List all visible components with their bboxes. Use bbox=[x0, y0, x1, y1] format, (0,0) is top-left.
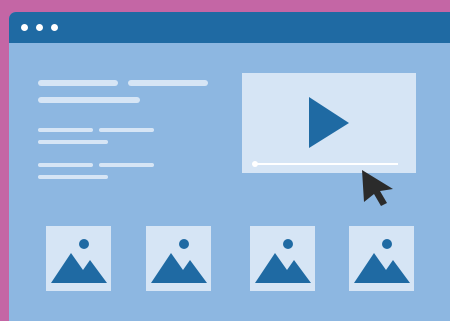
image-icon bbox=[354, 239, 410, 283]
image-thumbnail[interactable] bbox=[146, 226, 211, 291]
window-control-dot[interactable] bbox=[51, 24, 58, 31]
video-progress-handle[interactable] bbox=[252, 161, 258, 167]
image-icon bbox=[255, 239, 311, 283]
image-icon bbox=[51, 239, 107, 283]
image-thumbnail[interactable] bbox=[250, 226, 315, 291]
video-player[interactable] bbox=[242, 73, 416, 173]
mouse-pointer-icon bbox=[362, 170, 393, 206]
text-line bbox=[38, 163, 93, 167]
text-line bbox=[128, 80, 208, 86]
image-thumbnail[interactable] bbox=[46, 226, 111, 291]
image-icon bbox=[151, 239, 207, 283]
text-line bbox=[38, 128, 93, 132]
play-icon[interactable] bbox=[309, 97, 349, 148]
text-line bbox=[38, 175, 108, 179]
title-bar bbox=[9, 12, 450, 43]
text-line bbox=[38, 140, 108, 144]
text-line bbox=[38, 80, 118, 86]
text-line bbox=[38, 97, 140, 103]
browser-window bbox=[9, 12, 450, 321]
text-line bbox=[99, 163, 154, 167]
image-thumbnail[interactable] bbox=[349, 226, 414, 291]
window-control-dot[interactable] bbox=[21, 24, 28, 31]
window-control-dot[interactable] bbox=[36, 24, 43, 31]
text-line bbox=[99, 128, 154, 132]
